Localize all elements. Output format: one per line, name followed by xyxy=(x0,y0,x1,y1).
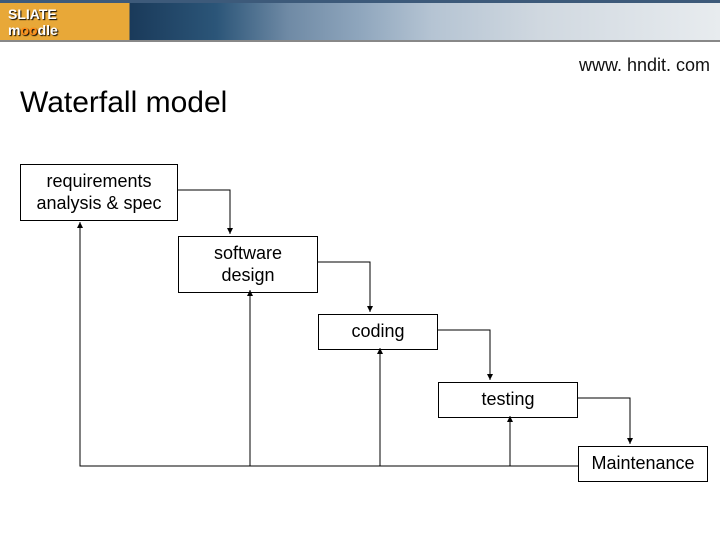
stage-requirements: requirementsanalysis & spec xyxy=(20,164,178,221)
page-title: Waterfall model xyxy=(20,86,227,120)
waterfall-diagram: requirementsanalysis & spec softwaredesi… xyxy=(20,150,700,500)
stage-coding: coding xyxy=(318,314,438,350)
stage-testing: testing xyxy=(438,382,578,418)
stage-maintenance: Maintenance xyxy=(578,446,708,482)
top-banner: SLIATE moodle xyxy=(0,0,720,42)
logo: SLIATE moodle xyxy=(8,6,58,38)
logo-brand-end: dle xyxy=(38,22,58,38)
logo-brand-part1: m xyxy=(8,22,20,38)
source-url: www. hndit. com xyxy=(579,55,710,76)
logo-prefix: SLIATE xyxy=(8,6,57,22)
stage-design: softwaredesign xyxy=(178,236,318,293)
logo-brand-mid: oo xyxy=(20,22,37,38)
